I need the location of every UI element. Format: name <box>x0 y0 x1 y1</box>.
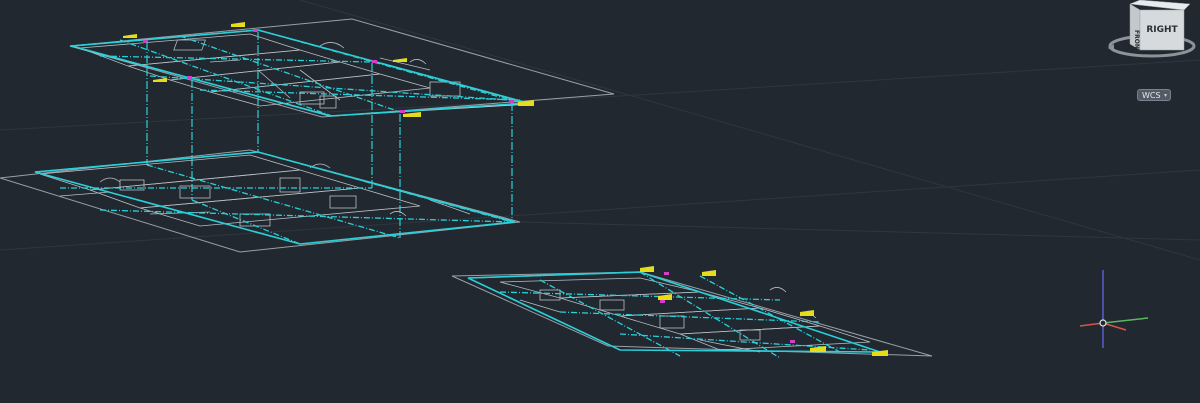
grid-intersection-markers <box>143 29 514 113</box>
ucs-origin <box>1099 319 1107 327</box>
viewcube[interactable]: FRONT RIGHT <box>1100 0 1200 62</box>
ucs-axis-icon <box>1079 270 1149 348</box>
chevron-down-icon: ▾ <box>1163 92 1167 99</box>
viewcube-right-face[interactable]: RIGHT <box>1146 25 1178 35</box>
ucs-y-axis <box>1102 317 1149 324</box>
wcs-label: WCS <box>1142 91 1161 100</box>
model-viewport[interactable]: FRONT RIGHT WCS ▾ <box>0 0 1200 403</box>
lower-floor-plan[interactable] <box>0 149 521 253</box>
upper-floor-plan[interactable] <box>69 18 615 118</box>
wcs-dropdown[interactable]: WCS ▾ <box>1137 89 1171 101</box>
background-guide-lines <box>0 0 1200 261</box>
viewcube-front-face[interactable]: FRONT <box>1133 30 1140 54</box>
model-drawing-canvas[interactable] <box>0 0 1200 403</box>
site-plan[interactable] <box>451 266 933 359</box>
